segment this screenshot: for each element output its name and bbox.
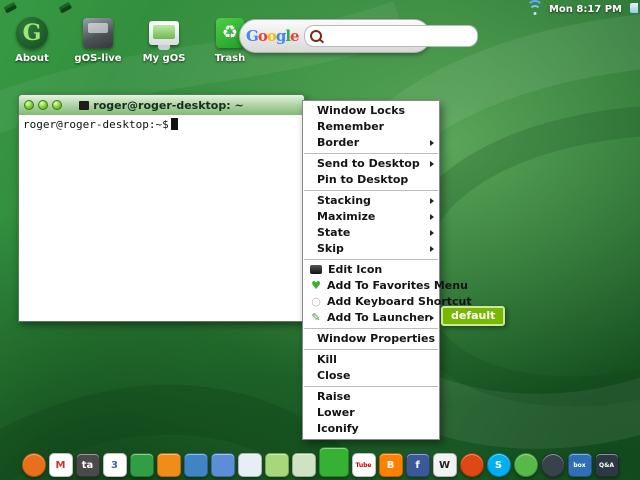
gos-logo-icon: G — [16, 17, 48, 49]
network-signal-icon[interactable] — [526, 0, 544, 16]
menu-separator — [304, 259, 438, 260]
menu-item-raise[interactable]: Raise — [303, 389, 439, 405]
search-field — [303, 25, 478, 47]
window-button-menu[interactable] — [24, 100, 34, 110]
menu-separator — [304, 190, 438, 191]
dock-icon-wikipedia[interactable]: W — [432, 453, 457, 477]
menu-item-remember[interactable]: Remember — [303, 119, 439, 135]
dock-icon-folders[interactable] — [210, 453, 235, 477]
desktop-icon-my-gos[interactable]: My gOS — [138, 16, 190, 64]
dock-icon-ubuntu[interactable] — [459, 453, 484, 477]
search-input[interactable] — [325, 29, 472, 43]
menu-item-edit-icon[interactable]: Edit Icon — [303, 262, 439, 278]
menu-item-window-locks[interactable]: Window Locks — [303, 103, 439, 119]
search-icon — [309, 30, 322, 42]
menu-separator — [304, 386, 438, 387]
menu-item-window-properties[interactable]: Window Properties — [303, 331, 439, 347]
submenu-arrow-icon — [430, 161, 434, 167]
submenu-arrow-icon — [430, 198, 434, 204]
terminal-prompt: roger@roger-desktop:~$ — [23, 118, 169, 131]
menu-item-close[interactable]: Close — [303, 368, 439, 384]
live-cd-icon — [83, 18, 113, 48]
google-logo-letter: g — [275, 27, 286, 45]
google-search-widget: Google — [239, 19, 478, 53]
menu-separator — [304, 349, 438, 350]
dock-icon-calendar[interactable]: 3 — [102, 453, 127, 477]
terminal-body[interactable]: roger@roger-desktop:~$ — [19, 115, 304, 320]
favorites-heart-icon: ♥ — [311, 279, 321, 292]
menu-item-stacking[interactable]: Stacking — [303, 193, 439, 209]
dock-icon-youtube[interactable]: Tube — [351, 453, 376, 477]
submenu-arrow-icon — [430, 246, 434, 252]
google-logo-letter: e — [290, 27, 299, 45]
google-logo: Google — [246, 27, 300, 45]
dock: Mta 3 Tube Bf W Sbox Q&A — [0, 447, 640, 477]
edit-icon — [310, 264, 322, 274]
menu-item-maximize[interactable]: Maximize — [303, 209, 439, 225]
terminal-cursor — [170, 118, 178, 130]
desktop-icon-row: G About gOS-live My gOS ♻ Trash — [6, 16, 256, 64]
dock-icon-box[interactable]: box — [567, 453, 592, 477]
desktop-icon-label: gOS-live — [74, 53, 122, 64]
menu-item-add-to-favorites[interactable]: ♥ Add To Favorites Menu — [303, 278, 468, 294]
dock-icon-reader[interactable] — [156, 453, 181, 477]
dock-icon-gos-leaf[interactable] — [318, 447, 349, 477]
dock-icon-docs-green[interactable] — [129, 453, 154, 477]
dock-icon-meebo[interactable]: ta — [75, 453, 100, 477]
applet-icon-2[interactable] — [59, 3, 74, 15]
desktop-icon-label: My gOS — [142, 53, 186, 64]
submenu-item-default[interactable]: default — [441, 306, 506, 326]
menu-item-lower[interactable]: Lower — [303, 405, 439, 421]
keyboard-shortcut-icon: ○ — [311, 295, 321, 308]
dock-icon-qa[interactable]: Q&A — [594, 453, 619, 477]
menu-item-pin-to-desktop[interactable]: Pin to Desktop — [303, 172, 439, 188]
terminal-window: roger@roger-desktop: ~ roger@roger-deskt… — [18, 94, 305, 322]
google-logo-letter: o — [266, 27, 277, 45]
desktop-icon-label: Trash — [214, 53, 246, 64]
dock-icon-dark-app[interactable] — [540, 453, 565, 477]
menu-item-state[interactable]: State — [303, 225, 439, 241]
submenu-arrow-icon — [430, 214, 434, 220]
dock-icon-facebook[interactable]: f — [405, 453, 430, 477]
dock-icon-faded-app[interactable] — [291, 453, 316, 477]
dock-icon-document[interactable] — [237, 453, 262, 477]
monitor-icon — [149, 21, 179, 50]
window-button-iconify[interactable] — [52, 100, 62, 110]
menu-separator — [304, 328, 438, 329]
menu-item-iconify[interactable]: Iconify — [303, 421, 439, 437]
menu-item-send-to-desktop[interactable]: Send to Desktop — [303, 156, 439, 172]
menu-item-add-keyboard-shortcut[interactable]: ○ Add Keyboard Shortcut — [303, 294, 471, 310]
dock-icon-skype[interactable]: S — [486, 453, 511, 477]
dock-icon-talk[interactable] — [183, 453, 208, 477]
applet-icon-1[interactable] — [4, 3, 19, 15]
dock-icon-gmail[interactable]: M — [48, 453, 73, 477]
terminal-titlebar[interactable]: roger@roger-desktop: ~ — [19, 95, 304, 115]
submenu-arrow-icon — [430, 140, 434, 146]
desktop: { "theme": { "desktop_green": "#2a7d35",… — [0, 0, 640, 480]
clock-area: Mon 8:17 PM — [526, 0, 622, 16]
menu-item-add-to-launcher[interactable]: ✎ Add To Launcher — [303, 310, 439, 326]
launcher-pencil-icon: ✎ — [311, 311, 321, 324]
desktop-icon-gos-live[interactable]: gOS-live — [72, 16, 124, 64]
dock-icon-notes[interactable] — [264, 453, 289, 477]
desktop-icon-about[interactable]: G About — [6, 16, 58, 64]
submenu-arrow-icon — [430, 230, 434, 236]
google-logo-letter: G — [246, 27, 259, 45]
menu-separator — [304, 153, 438, 154]
menu-item-skip[interactable]: Skip — [303, 241, 439, 257]
google-logo-letter: o — [257, 27, 268, 45]
submenu-arrow-icon — [430, 315, 434, 321]
dock-icon-evergreen[interactable] — [513, 453, 538, 477]
edge-applet-icon[interactable] — [630, 3, 638, 13]
window-button-shade[interactable] — [38, 100, 48, 110]
terminal-icon — [79, 100, 90, 110]
clock-label: Mon 8:17 PM — [548, 3, 622, 15]
desktop-icon-label: About — [15, 53, 49, 64]
window-context-menu: Window Locks Remember Border Send to Des… — [302, 100, 472, 440]
dock-icon-firefox[interactable] — [21, 453, 46, 477]
menu-item-kill[interactable]: Kill — [303, 352, 439, 368]
dock-icon-blogger[interactable]: B — [378, 453, 403, 477]
menu-item-border[interactable]: Border — [303, 135, 439, 151]
